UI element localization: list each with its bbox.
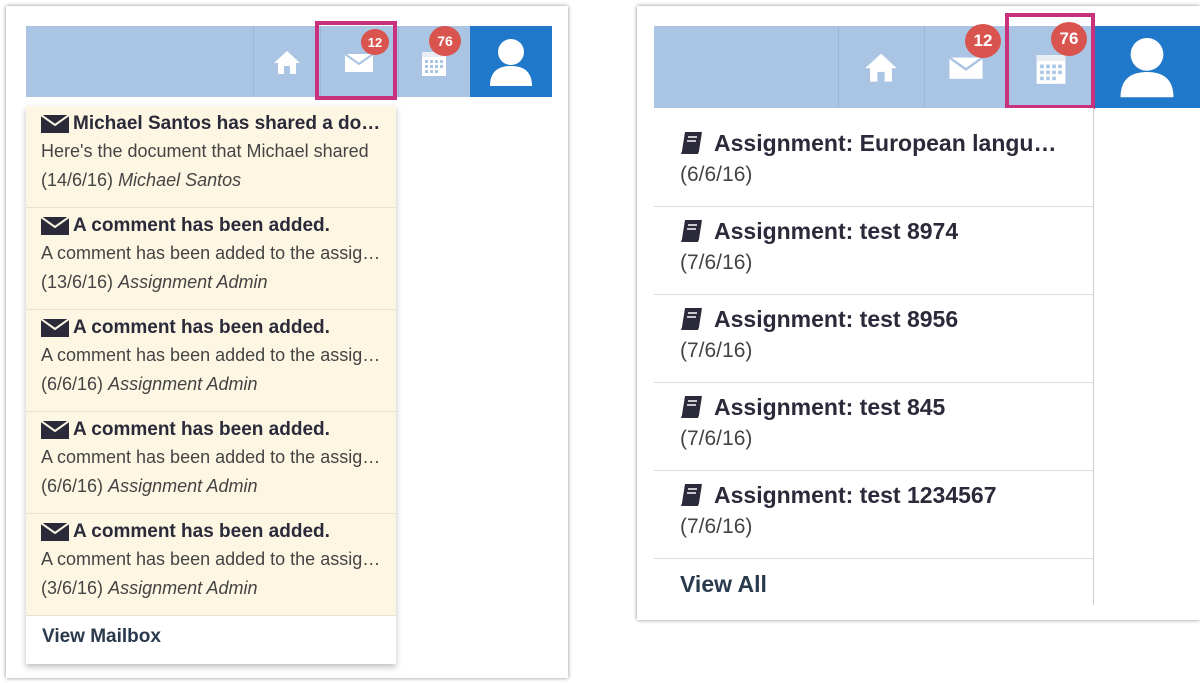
assignment-title: Assignment: test 8974 xyxy=(680,216,1067,246)
assignment-title-text: Assignment: test 845 xyxy=(714,394,946,420)
mail-subject-text: A comment has been added. xyxy=(73,317,330,338)
mail-preview: A comment has been added to the assignme… xyxy=(41,345,388,365)
mail-list-item[interactable]: A comment has been added. A comment has … xyxy=(26,310,396,412)
mail-preview: A comment has been added to the assignme… xyxy=(41,447,388,467)
mail-subject: A comment has been added. xyxy=(41,316,388,340)
assignment-date: (7/6/16) xyxy=(680,515,753,538)
assignment-title-text: Assignment: test 8956 xyxy=(714,306,959,332)
assignment-title-text: Assignment: European languages xyxy=(714,130,1067,156)
mail-date: (13/6/16) xyxy=(41,272,114,292)
mail-meta: (6/6/16) Assignment Admin xyxy=(41,472,388,500)
assignment-title-text: Assignment: test 1234567 xyxy=(714,482,997,508)
mail-list-item[interactable]: A comment has been added. A comment has … xyxy=(26,208,396,310)
calendar-count-badge: 76 xyxy=(429,26,461,56)
user-profile-button[interactable] xyxy=(1094,26,1200,108)
envelope-icon xyxy=(41,115,69,133)
envelope-icon xyxy=(41,217,69,235)
mail-button-highlight xyxy=(315,21,397,100)
book-icon xyxy=(681,220,702,242)
mail-author: Assignment Admin xyxy=(108,374,258,394)
mail-date: (6/6/16) xyxy=(41,476,104,496)
mail-author: Assignment Admin xyxy=(108,578,258,598)
mail-preview: A comment has been added to the assignme… xyxy=(41,243,388,263)
mail-list-item[interactable]: Michael Santos has shared a document Her… xyxy=(26,106,396,208)
view-all-link[interactable]: View All xyxy=(654,559,1093,599)
mail-subject-text: A comment has been added. xyxy=(73,521,330,542)
home-button[interactable] xyxy=(253,26,320,97)
mail-meta: (13/6/16) Assignment Admin xyxy=(41,268,388,296)
assignment-title: Assignment: test 8956 xyxy=(680,304,1067,334)
assignment-list-item[interactable]: Assignment: European languages (6/6/16) xyxy=(654,108,1093,207)
mail-list-item[interactable]: A comment has been added. A comment has … xyxy=(26,412,396,514)
envelope-icon xyxy=(41,319,69,337)
mail-date: (6/6/16) xyxy=(41,374,104,394)
home-button[interactable] xyxy=(838,26,924,108)
home-icon xyxy=(273,50,300,74)
assignment-list-item[interactable]: Assignment: test 845 (7/6/16) xyxy=(654,383,1093,471)
book-icon xyxy=(681,308,702,330)
user-icon xyxy=(490,38,532,86)
calendar-button-highlight xyxy=(1005,13,1095,109)
assignment-title: Assignment: test 1234567 xyxy=(680,480,1067,510)
mail-meta: (14/6/16) Michael Santos xyxy=(41,166,388,194)
mail-list-item[interactable]: A comment has been added. A comment has … xyxy=(26,514,396,616)
mail-meta: (6/6/16) Assignment Admin xyxy=(41,370,388,398)
envelope-icon xyxy=(41,523,69,541)
mail-count-text: 12 xyxy=(973,31,993,50)
mail-subject: Michael Santos has shared a document xyxy=(41,112,388,136)
assignment-title: Assignment: European languages xyxy=(680,128,1067,158)
mail-author: Assignment Admin xyxy=(108,476,258,496)
assignment-title-text: Assignment: test 8974 xyxy=(714,218,959,244)
user-icon xyxy=(1120,38,1174,98)
assignment-date: (6/6/16) xyxy=(680,163,753,186)
assignment-list-item[interactable]: Assignment: test 1234567 (7/6/16) xyxy=(654,471,1093,559)
assignment-list-item[interactable]: Assignment: test 8956 (7/6/16) xyxy=(654,295,1093,383)
calendar-count-text: 76 xyxy=(437,33,453,49)
mail-meta: (3/6/16) Assignment Admin xyxy=(41,574,388,602)
mail-author: Michael Santos xyxy=(118,170,242,190)
mail-subject-text: A comment has been added. xyxy=(73,419,330,440)
mail-date: (3/6/16) xyxy=(41,578,104,598)
user-profile-button[interactable] xyxy=(470,26,552,97)
home-icon xyxy=(865,53,897,82)
view-mailbox-link[interactable]: View Mailbox xyxy=(26,616,396,650)
mail-dropdown: Michael Santos has shared a document Her… xyxy=(26,106,396,664)
book-icon xyxy=(681,484,702,506)
assignment-list-item[interactable]: Assignment: test 8974 (7/6/16) xyxy=(654,207,1093,295)
assignments-dropdown: Assignment: European languages (6/6/16) … xyxy=(654,108,1093,605)
mail-date: (14/6/16) xyxy=(41,170,114,190)
book-icon xyxy=(681,132,702,154)
mail-subject-text: Michael Santos has shared a document xyxy=(73,113,388,134)
assignment-date: (7/6/16) xyxy=(680,427,753,450)
mail-subject-text: A comment has been added. xyxy=(73,215,330,236)
envelope-icon xyxy=(41,421,69,439)
mail-subject: A comment has been added. xyxy=(41,520,388,544)
assignment-date: (7/6/16) xyxy=(680,251,753,274)
mail-count-badge: 12 xyxy=(965,24,1001,58)
mail-subject: A comment has been added. xyxy=(41,214,388,238)
assignment-title: Assignment: test 845 xyxy=(680,392,1067,422)
mail-subject: A comment has been added. xyxy=(41,418,388,442)
mail-author: Assignment Admin xyxy=(118,272,268,292)
dropdown-right-border xyxy=(1093,108,1094,605)
envelope-icon xyxy=(948,56,984,79)
book-icon xyxy=(681,396,702,418)
mail-preview: Here's the document that Michael shared xyxy=(41,141,369,161)
assignment-date: (7/6/16) xyxy=(680,339,753,362)
mail-preview: A comment has been added to the assignme… xyxy=(41,549,388,569)
